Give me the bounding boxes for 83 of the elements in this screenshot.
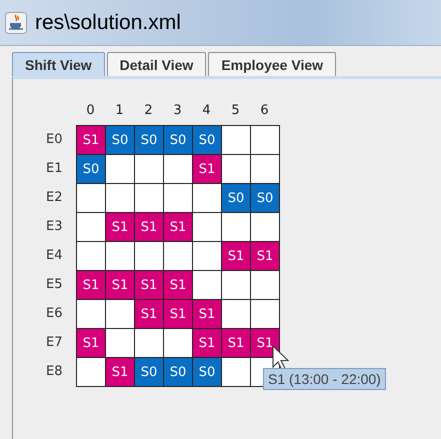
row-header: E4 [46, 247, 64, 265]
column-header: 0 [85, 102, 96, 120]
shift-cell[interactable] [250, 125, 280, 155]
tooltip: S1 (13:00 - 22:00) [263, 368, 386, 390]
shift-cell[interactable] [192, 270, 222, 300]
shift-cell[interactable]: S1 [76, 328, 106, 358]
row-header: E5 [46, 276, 64, 294]
column-header: 6 [259, 102, 270, 120]
window-title: res\solution.xml [35, 10, 181, 34]
shift-cell[interactable]: S1 [105, 270, 135, 300]
row-header: E8 [46, 363, 64, 381]
shift-cell[interactable] [221, 270, 251, 300]
shift-cell[interactable]: S1 [163, 299, 193, 329]
row-header: E3 [46, 218, 64, 236]
shift-cell[interactable]: S1 [192, 328, 222, 358]
shift-cell[interactable] [163, 154, 193, 184]
shift-cell[interactable] [76, 183, 106, 213]
row-header: E6 [46, 305, 64, 323]
shift-cell[interactable]: S1 [76, 270, 106, 300]
shift-cell[interactable]: S1 [192, 154, 222, 184]
shift-cell[interactable]: S1 [105, 357, 135, 387]
shift-cell[interactable]: S1 [221, 241, 251, 271]
shift-cell[interactable] [105, 299, 135, 329]
shift-cell[interactable]: S1 [221, 328, 251, 358]
row-header: E2 [46, 189, 64, 207]
shift-cell[interactable] [105, 183, 135, 213]
column-header: 1 [114, 102, 125, 120]
shift-cell[interactable]: S0 [76, 154, 106, 184]
shift-cell[interactable] [76, 212, 106, 242]
shift-cell[interactable] [221, 212, 251, 242]
shift-cell[interactable]: S0 [163, 125, 193, 155]
shift-cell[interactable]: S1 [192, 299, 222, 329]
shift-cell[interactable]: S0 [134, 357, 164, 387]
shift-cell[interactable] [250, 212, 280, 242]
coffee-cup-icon [5, 12, 27, 34]
shift-cell[interactable] [250, 270, 280, 300]
shift-cell[interactable]: S0 [134, 125, 164, 155]
shift-cell[interactable] [134, 183, 164, 213]
shift-cell[interactable] [163, 183, 193, 213]
shift-cell[interactable]: S1 [134, 299, 164, 329]
column-header: 4 [201, 102, 212, 120]
shift-cell[interactable] [250, 154, 280, 184]
shift-cell[interactable]: S1 [105, 212, 135, 242]
shift-cell[interactable]: S1 [163, 270, 193, 300]
shift-cell[interactable] [134, 328, 164, 358]
shift-cell[interactable]: S1 [163, 212, 193, 242]
column-header: 3 [172, 102, 183, 120]
shift-cell[interactable] [76, 299, 106, 329]
shift-cell[interactable]: S1 [250, 241, 280, 271]
shift-cell[interactable] [105, 154, 135, 184]
shift-cell[interactable]: S1 [134, 270, 164, 300]
tab[interactable]: Shift View [12, 52, 105, 76]
shift-cell[interactable] [192, 212, 222, 242]
shift-cell[interactable] [250, 299, 280, 329]
shift-cell[interactable]: S0 [192, 125, 222, 155]
shift-cell[interactable] [221, 125, 251, 155]
column-header: 5 [230, 102, 241, 120]
tab[interactable]: Employee View [208, 52, 336, 76]
shift-cell[interactable]: S0 [192, 357, 222, 387]
shift-cell[interactable] [76, 357, 106, 387]
column-header: 2 [143, 102, 154, 120]
shift-cell[interactable] [76, 241, 106, 271]
shift-cell[interactable] [192, 241, 222, 271]
shift-cell[interactable] [192, 183, 222, 213]
shift-cell[interactable]: S1 [76, 125, 106, 155]
shift-cell[interactable] [134, 241, 164, 271]
shift-cell[interactable] [134, 154, 164, 184]
shift-cell[interactable] [163, 328, 193, 358]
shift-cell[interactable]: S0 [221, 183, 251, 213]
shift-cell[interactable] [105, 328, 135, 358]
shift-cell[interactable]: S0 [250, 183, 280, 213]
shift-cell[interactable] [221, 154, 251, 184]
tab[interactable]: Detail View [106, 52, 206, 76]
shift-cell[interactable] [221, 357, 251, 387]
shift-cell[interactable]: S0 [105, 125, 135, 155]
row-header: E7 [46, 334, 64, 352]
shift-cell[interactable]: S0 [163, 357, 193, 387]
shift-cell[interactable] [163, 241, 193, 271]
row-header: E1 [46, 160, 64, 178]
shift-cell[interactable]: S1 [134, 212, 164, 242]
row-header: E0 [46, 131, 64, 149]
shift-cell[interactable] [105, 241, 135, 271]
shift-cell[interactable] [221, 299, 251, 329]
